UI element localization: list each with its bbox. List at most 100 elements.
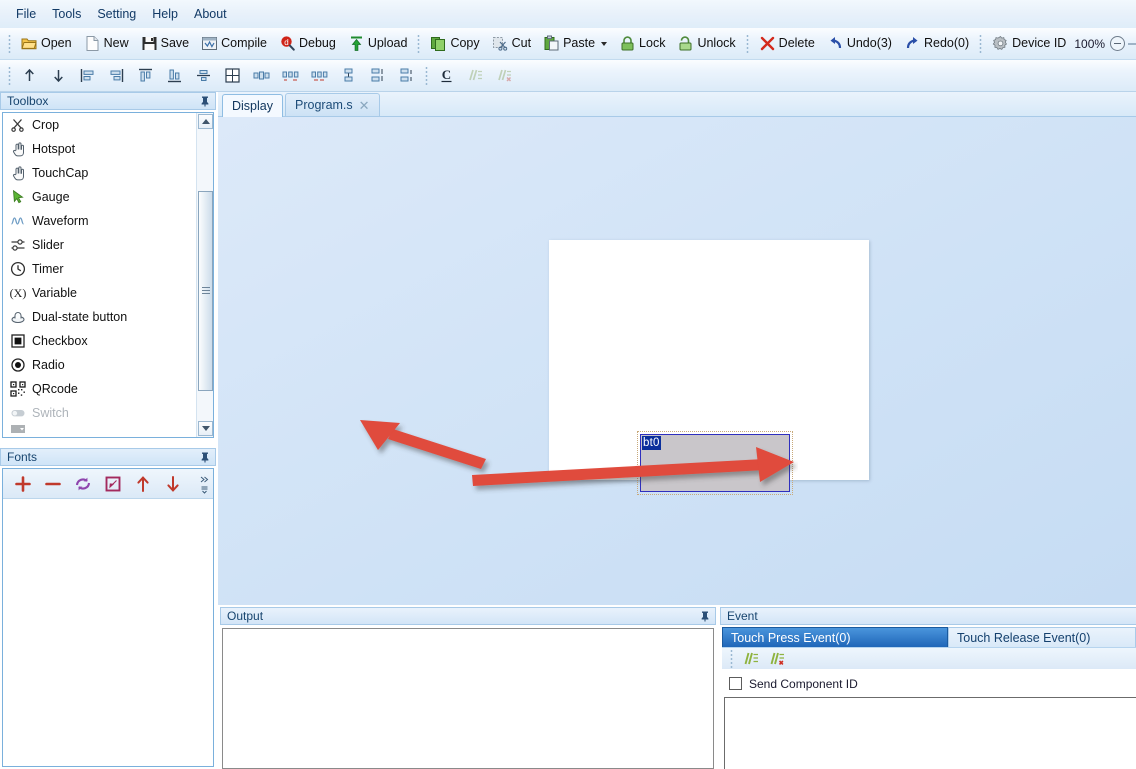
pin-icon[interactable] [699,610,711,622]
component-dual-state-button[interactable]: bt0 [637,431,793,495]
scroll-down-arrow-icon[interactable] [198,421,213,436]
scrollbar-thumb[interactable] [198,191,213,391]
design-canvas-area[interactable]: bt0 [218,117,1136,605]
toolbox-item-crop[interactable]: Crop [3,113,196,137]
tab-program-s[interactable]: Program.s ✕ [285,93,380,116]
same-height-button[interactable] [363,63,392,89]
tab-display[interactable]: Display [222,94,283,117]
toolbox-item-partial[interactable] [3,425,196,435]
menu-setting[interactable]: Setting [89,4,144,24]
zoom-out-button[interactable] [1110,36,1126,51]
align-center-vertical-button[interactable] [189,63,218,89]
save-button[interactable]: Save [135,31,196,57]
toolbar-grip-4[interactable] [979,33,983,54]
same-width-button[interactable] [334,63,363,89]
component-id-label: bt0 [642,436,661,450]
output-panel: Output [220,607,716,769]
toolbar-grip[interactable] [8,33,11,54]
chevron-down-icon[interactable] [601,41,608,46]
crop-scissors-icon [10,117,26,133]
event-code-editor[interactable] [724,697,1136,769]
distribute-vertical-button[interactable] [305,63,334,89]
align-right-button[interactable] [102,63,131,89]
toolbox-scrollbar[interactable] [196,113,213,437]
lock-closed-icon [619,35,636,52]
undo-button[interactable]: Undo(3) [821,31,898,57]
align-bottom-button[interactable] [160,63,189,89]
device-id-button[interactable]: Device ID [986,31,1072,57]
toolbox-item-checkbox[interactable]: Checkbox [3,329,196,353]
pin-icon[interactable] [199,95,211,107]
close-icon[interactable]: ✕ [359,99,370,112]
toolbox-item-waveform[interactable]: Waveform [3,209,196,233]
menu-about[interactable]: About [186,4,235,24]
fonts-toolbar-overflow[interactable] [199,471,211,497]
toolbox-item-gauge[interactable]: Gauge [3,185,196,209]
scroll-up-arrow-icon[interactable] [198,114,213,129]
edit-font-button[interactable] [99,472,127,496]
toolbox-item-hotspot[interactable]: Hotspot [3,137,196,161]
remove-font-button[interactable] [39,472,67,496]
cut-button[interactable]: Cut [486,31,537,57]
copy-label: Copy [450,36,480,51]
align-top-button[interactable] [131,63,160,89]
refresh-font-button[interactable] [69,472,97,496]
redo-button[interactable]: Redo(0) [898,31,975,57]
move-font-down-button[interactable] [159,472,187,496]
toolbox-item-dual-state-button[interactable]: Dual-state button [3,305,196,329]
debug-button[interactable]: d Debug [273,31,342,57]
comment-code-button[interactable] [739,649,763,669]
pin-icon[interactable] [199,451,211,463]
delete-button[interactable]: Delete [753,31,821,57]
compile-button[interactable]: Compile [195,31,273,57]
toolbox-item-label: Crop [32,118,60,132]
upload-button[interactable]: Upload [342,31,414,57]
unlock-button[interactable]: Unlock [671,31,741,57]
move-font-up-button[interactable] [129,472,157,496]
uncomment-lines-button[interactable] [490,63,519,89]
toolbar-grip-2[interactable] [417,33,421,54]
menu-file[interactable]: File [8,4,44,24]
new-button[interactable]: New [78,31,135,57]
same-size-button[interactable] [247,63,276,89]
comment-lines-button[interactable] [461,63,490,89]
center-in-page-button[interactable] [218,63,247,89]
lock-button[interactable]: Lock [613,31,671,57]
zoom-slider-track[interactable] [1128,42,1136,45]
event-code-toolbar [722,647,1136,669]
move-up-button[interactable] [15,63,44,89]
add-font-button[interactable] [9,472,37,496]
align-toolbar-grip[interactable] [8,65,11,86]
undo-label: Undo(3) [846,36,892,51]
menu-help[interactable]: Help [144,4,186,24]
open-button[interactable]: Open [15,31,78,57]
paste-button[interactable]: Paste [537,31,613,57]
toolbox-item-variable[interactable]: (X) Variable [3,281,196,305]
fonts-list[interactable] [3,500,213,766]
distribute-horizontal-button[interactable] [276,63,305,89]
tab-touch-press-event[interactable]: Touch Press Event(0) [722,627,948,647]
tab-touch-release-event[interactable]: Touch Release Event(0) [948,627,1136,647]
text-toolbar-grip[interactable] [425,65,428,86]
spacing-equal-icon [398,67,415,84]
move-down-button[interactable] [44,63,73,89]
toolbox-item-radio[interactable]: Radio [3,353,196,377]
toolbox-item-qrcode[interactable]: QRcode [3,377,196,401]
toolbox-item-timer[interactable]: Timer [3,257,196,281]
toolbox-item-slider[interactable]: Slider [3,233,196,257]
toolbar-grip-3[interactable] [745,33,749,54]
uncomment-code-button[interactable] [765,649,789,669]
menu-tools[interactable]: Tools [44,4,89,24]
toolbox-item-touchcap[interactable]: TouchCap [3,161,196,185]
event-toolbar-grip[interactable] [730,648,733,669]
send-component-id-row[interactable]: Send Component ID [722,670,1136,697]
spacing-equal-button[interactable] [392,63,421,89]
align-left-button[interactable] [73,63,102,89]
copy-button[interactable]: Copy [424,31,485,57]
svg-text:(X): (X) [10,286,26,300]
output-text-area[interactable] [222,628,714,769]
bold-c-button[interactable]: C [432,63,461,89]
send-component-id-checkbox[interactable] [729,677,742,690]
display-page[interactable]: bt0 [549,240,869,495]
toolbox-item-switch[interactable]: Switch [3,401,196,425]
